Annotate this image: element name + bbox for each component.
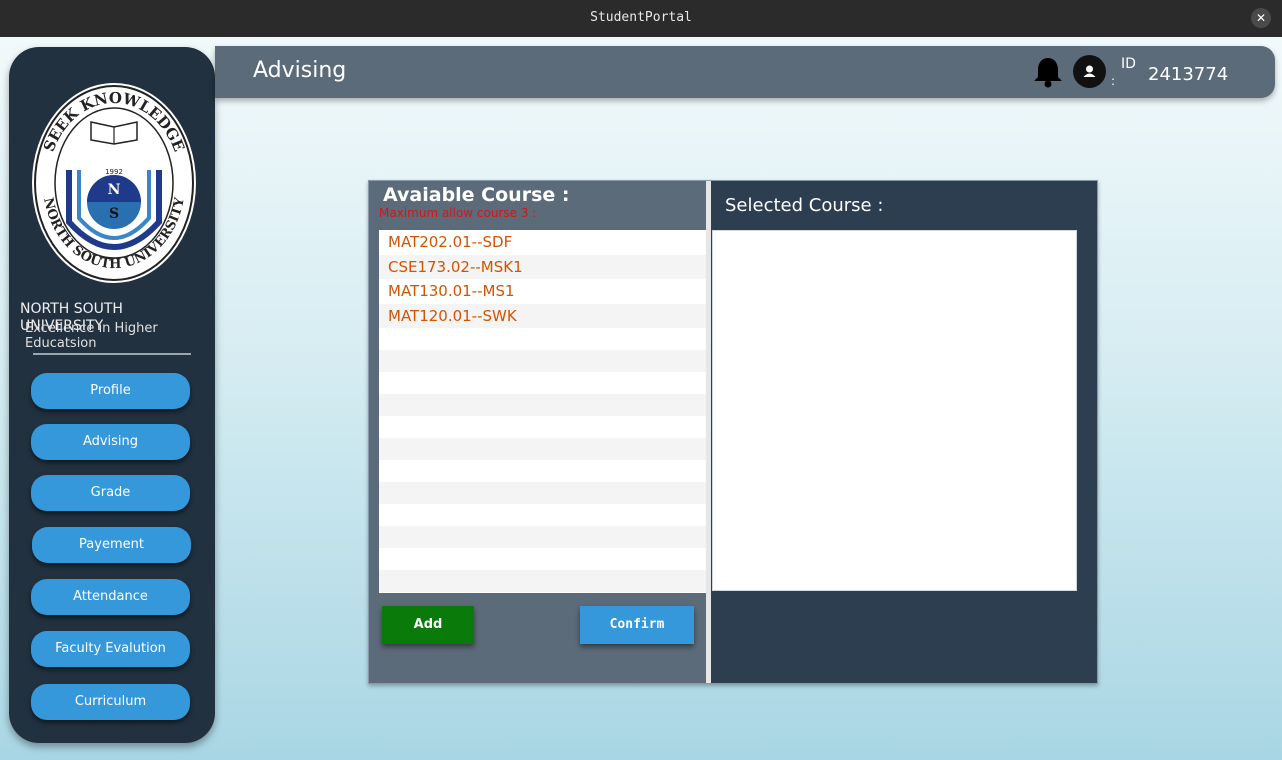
course-list-item[interactable]: MAT130.01--MS1 — [379, 279, 706, 304]
available-course-list[interactable]: MAT202.01--SDF CSE173.02--MSK1 MAT130.01… — [379, 230, 706, 593]
empty-list-row — [379, 548, 706, 570]
student-id-value: 2413774 — [1148, 64, 1229, 85]
id-label: ID — [1121, 56, 1136, 72]
available-course-title: Avaiable Course : — [383, 184, 570, 206]
page-header: Advising ID : 2413774 — [215, 46, 1275, 98]
nav-advising-button[interactable]: Advising — [31, 424, 190, 460]
app-client-area: SEEK KNOWLEDGE NORTH SOUTH UNIVERSITY 19… — [0, 37, 1282, 760]
nav-faculty-evalution-button[interactable]: Faculty Evalution — [31, 631, 190, 667]
close-icon[interactable]: ✕ — [1251, 8, 1271, 28]
nav-curriculum-button[interactable]: Curriculum — [31, 684, 190, 720]
nav-payement-button[interactable]: Payement — [32, 527, 191, 563]
selected-course-title: Selected Course : — [725, 195, 884, 216]
empty-list-row — [379, 394, 706, 416]
window-title: StudentPortal — [590, 10, 692, 25]
empty-list-row — [379, 526, 706, 548]
max-course-note: Maximum allow course 3 : — [379, 206, 537, 220]
logo-letter-s: S — [109, 206, 119, 222]
university-tagline: Excellence in Higher Educatsion — [25, 321, 158, 351]
confirm-button[interactable]: Confirm — [580, 606, 694, 644]
empty-list-row — [379, 460, 706, 482]
empty-list-row — [379, 372, 706, 394]
empty-list-row — [379, 570, 706, 592]
advising-panel: Avaiable Course : Maximum allow course 3… — [368, 180, 1098, 684]
user-avatar-icon[interactable] — [1073, 55, 1106, 88]
empty-list-row — [379, 482, 706, 504]
page-title: Advising — [253, 58, 347, 83]
empty-list-row — [379, 592, 706, 593]
course-list-item[interactable]: MAT202.01--SDF — [379, 230, 706, 255]
logo-letter-n: N — [108, 182, 121, 198]
selected-course-list[interactable] — [712, 230, 1077, 591]
course-list-item[interactable]: MAT120.01--SWK — [379, 303, 706, 328]
available-course-panel: Avaiable Course : Maximum allow course 3… — [369, 181, 706, 683]
nav-grade-button[interactable]: Grade — [31, 475, 190, 511]
empty-list-row — [379, 328, 706, 350]
panel-divider — [706, 181, 711, 683]
empty-list-row — [379, 416, 706, 438]
empty-list-row — [379, 438, 706, 460]
bell-icon[interactable] — [1031, 56, 1065, 88]
add-course-button[interactable]: Add — [382, 606, 474, 644]
sidebar-divider — [33, 353, 191, 355]
empty-list-row — [379, 504, 706, 526]
id-colon: : — [1111, 74, 1116, 88]
sidebar: SEEK KNOWLEDGE NORTH SOUTH UNIVERSITY 19… — [9, 47, 215, 743]
empty-list-row — [379, 350, 706, 372]
nav-profile-button[interactable]: Profile — [31, 373, 190, 409]
logo-year: 1992 — [105, 168, 123, 176]
university-logo: SEEK KNOWLEDGE NORTH SOUTH UNIVERSITY 19… — [32, 83, 196, 283]
course-list-item[interactable]: CSE173.02--MSK1 — [379, 254, 706, 279]
nav-attendance-button[interactable]: Attendance — [31, 579, 190, 615]
window-titlebar: StudentPortal ✕ — [0, 0, 1282, 37]
